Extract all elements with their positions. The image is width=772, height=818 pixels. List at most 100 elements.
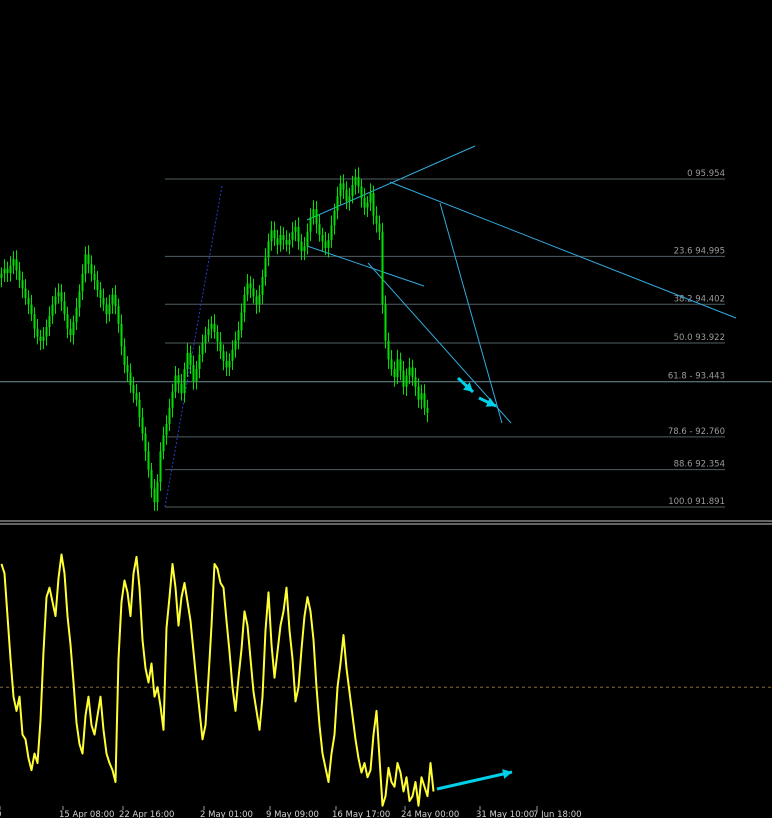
candle-body [396,359,399,378]
candle-body [405,375,408,387]
candle-body [123,346,126,365]
candle-body [201,343,204,355]
candle-body [342,183,345,190]
candle-body [288,239,291,245]
candle-body [165,423,168,436]
candle-body [249,283,252,289]
x-tick-label: 16 May 17:00 [332,810,390,818]
candle-body [105,304,108,315]
candle-body [141,417,144,434]
candle-body [297,226,300,242]
candle-body [126,364,129,373]
candle-body [63,301,66,315]
candle-body [36,328,39,337]
candle-body [129,372,132,386]
candle-body [69,328,72,336]
candle-body [159,451,162,483]
fib-level-label-1: 23.6 94.995 [674,246,725,256]
candle-body [168,407,171,424]
candle-body [318,223,321,236]
candle-body [243,294,246,313]
candle-body [174,375,177,392]
candle-body [282,235,285,240]
x-tick-label: 2 May 01:00 [200,810,253,818]
candle-body [75,307,78,323]
candle-body [102,297,105,305]
candle-body [231,349,234,361]
candle-body [135,393,138,400]
candle-body [228,360,231,368]
x-tick-label: 22 Apr 16:00 [119,810,174,818]
candle-body [78,291,81,308]
candle-body [417,386,420,400]
candle-body [300,241,303,252]
candle-body [423,393,426,408]
candle-body [252,288,255,297]
candle-body [354,176,357,185]
candle-body [270,230,273,242]
fib-level-label-5: 78.6 - 92.760 [668,427,725,437]
candle-body [273,230,276,239]
x-tick-label: 0 [0,810,1,818]
candle-body [399,359,402,371]
x-tick-label: 24 May 00:00 [401,810,459,818]
candle-body [225,360,228,368]
candle-body [120,323,123,347]
candle-body [3,268,6,274]
candle-body [336,196,339,211]
candle-body [60,292,63,302]
candle-body [6,268,9,273]
candle-body [114,294,117,307]
candle-body [189,352,192,365]
candle-body [261,277,264,295]
candle-body [234,339,237,350]
candle-body [39,336,42,341]
candle-body [348,196,351,202]
fib-level-label-7: 100.0 91.891 [668,497,725,507]
candle-body [81,273,84,292]
candle-body [276,238,279,245]
candle-body [195,369,198,382]
candle-body [216,331,219,342]
candle-body [237,330,240,340]
candle-body [138,399,141,418]
candle-body [360,186,363,198]
candle-body [279,235,282,245]
fib-level-label-4: 61.8 - 93.443 [668,372,725,382]
fib-level-label-2: 38.2 94.402 [674,294,725,304]
candle-body [96,280,99,290]
candle-body [315,209,318,224]
candle-body [411,367,414,378]
candle-body [324,241,327,248]
candle-body [18,270,21,281]
candle-body [54,296,57,305]
candle-body [21,280,24,289]
candle-body [333,210,336,226]
candle-body [186,352,189,370]
candle-body [192,364,195,382]
candle-body [66,314,69,329]
fib-level-label-6: 88.6 92.354 [674,460,725,470]
candle-body [162,435,165,452]
candle-body [402,370,405,387]
candle-body [171,391,174,408]
candle-body [414,377,417,387]
candle-body [330,225,333,240]
candle-body [42,336,45,341]
candle-body [132,385,135,394]
candle-body [369,193,372,203]
candle-body [291,231,294,240]
candle-body [366,202,369,208]
candle-body [378,223,381,232]
candle-body [156,482,159,503]
candle-body [363,197,366,208]
candle-body [375,215,378,224]
candle-body [180,383,183,394]
candle-body [393,369,396,378]
candle-body [111,294,114,305]
candle-body [339,183,342,197]
candle-body [258,294,261,305]
chart-canvas: 0 95.954 23.6 94.995 38.2 94.402 50.0 93.92… [0,0,772,818]
candle-body [219,341,222,352]
candle-body [210,323,213,329]
